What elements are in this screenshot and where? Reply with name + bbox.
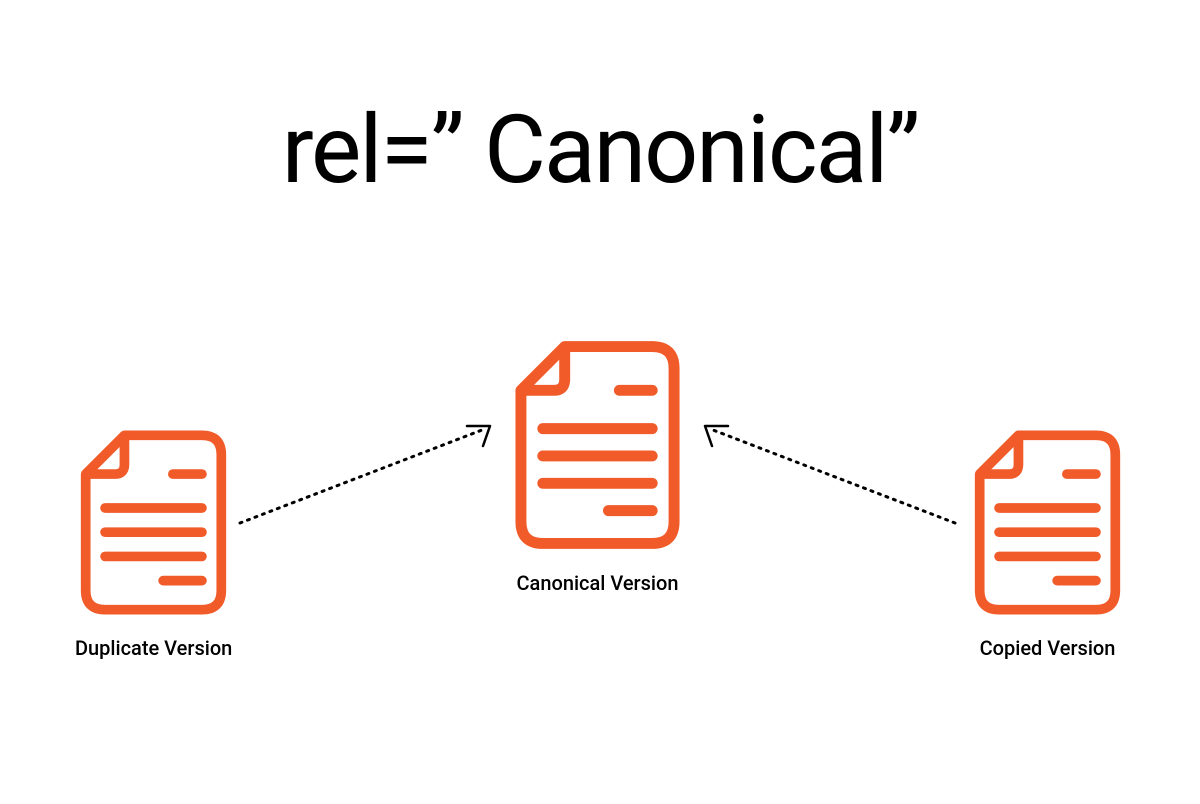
node-canonical: Canonical Version: [510, 335, 685, 595]
node-label: Canonical Version: [517, 571, 679, 595]
node-duplicate: Duplicate Version: [75, 425, 232, 660]
arrow-left-to-center: [235, 418, 495, 528]
node-label: Copied Version: [980, 636, 1116, 660]
node-copied: Copied Version: [970, 425, 1125, 660]
arrow-right-to-center: [700, 418, 960, 528]
document-icon: [510, 335, 685, 555]
document-icon: [76, 425, 231, 620]
diagram-title: rel=” Canonical”: [0, 95, 1200, 206]
document-icon: [970, 425, 1125, 620]
node-label: Duplicate Version: [75, 636, 232, 660]
